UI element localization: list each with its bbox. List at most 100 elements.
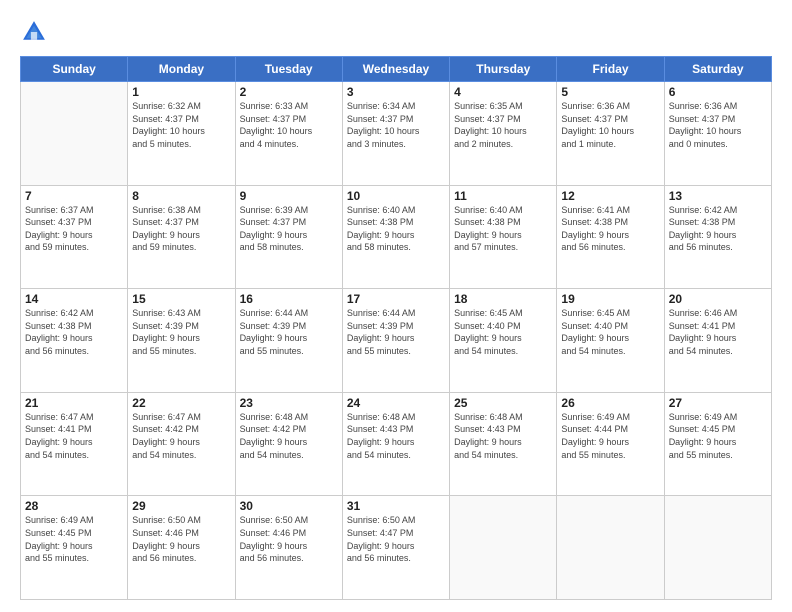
day-number: 21 [25,396,123,410]
day-number: 25 [454,396,552,410]
day-info: Sunrise: 6:32 AM Sunset: 4:37 PM Dayligh… [132,100,230,150]
logo [20,18,54,46]
day-info: Sunrise: 6:45 AM Sunset: 4:40 PM Dayligh… [561,307,659,357]
calendar-cell: 9Sunrise: 6:39 AM Sunset: 4:37 PM Daylig… [235,185,342,289]
calendar-cell [21,82,128,186]
calendar-cell: 26Sunrise: 6:49 AM Sunset: 4:44 PM Dayli… [557,392,664,496]
day-info: Sunrise: 6:39 AM Sunset: 4:37 PM Dayligh… [240,204,338,254]
day-info: Sunrise: 6:49 AM Sunset: 4:45 PM Dayligh… [25,514,123,564]
day-number: 24 [347,396,445,410]
weekday-header-wednesday: Wednesday [342,57,449,82]
day-number: 23 [240,396,338,410]
week-row-0: 1Sunrise: 6:32 AM Sunset: 4:37 PM Daylig… [21,82,772,186]
day-info: Sunrise: 6:46 AM Sunset: 4:41 PM Dayligh… [669,307,767,357]
weekday-header-row: SundayMondayTuesdayWednesdayThursdayFrid… [21,57,772,82]
day-info: Sunrise: 6:47 AM Sunset: 4:41 PM Dayligh… [25,411,123,461]
calendar-cell [664,496,771,600]
calendar-cell: 2Sunrise: 6:33 AM Sunset: 4:37 PM Daylig… [235,82,342,186]
day-info: Sunrise: 6:50 AM Sunset: 4:46 PM Dayligh… [132,514,230,564]
day-info: Sunrise: 6:45 AM Sunset: 4:40 PM Dayligh… [454,307,552,357]
day-info: Sunrise: 6:34 AM Sunset: 4:37 PM Dayligh… [347,100,445,150]
calendar-cell: 19Sunrise: 6:45 AM Sunset: 4:40 PM Dayli… [557,289,664,393]
day-info: Sunrise: 6:33 AM Sunset: 4:37 PM Dayligh… [240,100,338,150]
day-info: Sunrise: 6:36 AM Sunset: 4:37 PM Dayligh… [561,100,659,150]
day-number: 14 [25,292,123,306]
calendar-cell: 6Sunrise: 6:36 AM Sunset: 4:37 PM Daylig… [664,82,771,186]
day-number: 3 [347,85,445,99]
day-info: Sunrise: 6:49 AM Sunset: 4:44 PM Dayligh… [561,411,659,461]
day-number: 28 [25,499,123,513]
calendar-cell: 10Sunrise: 6:40 AM Sunset: 4:38 PM Dayli… [342,185,449,289]
day-number: 7 [25,189,123,203]
day-number: 9 [240,189,338,203]
day-info: Sunrise: 6:48 AM Sunset: 4:42 PM Dayligh… [240,411,338,461]
day-info: Sunrise: 6:43 AM Sunset: 4:39 PM Dayligh… [132,307,230,357]
day-info: Sunrise: 6:48 AM Sunset: 4:43 PM Dayligh… [454,411,552,461]
calendar-cell: 29Sunrise: 6:50 AM Sunset: 4:46 PM Dayli… [128,496,235,600]
page: SundayMondayTuesdayWednesdayThursdayFrid… [0,0,792,612]
weekday-header-sunday: Sunday [21,57,128,82]
calendar-cell: 24Sunrise: 6:48 AM Sunset: 4:43 PM Dayli… [342,392,449,496]
day-number: 13 [669,189,767,203]
day-info: Sunrise: 6:36 AM Sunset: 4:37 PM Dayligh… [669,100,767,150]
day-number: 15 [132,292,230,306]
calendar-cell: 5Sunrise: 6:36 AM Sunset: 4:37 PM Daylig… [557,82,664,186]
calendar-cell: 23Sunrise: 6:48 AM Sunset: 4:42 PM Dayli… [235,392,342,496]
day-number: 6 [669,85,767,99]
day-info: Sunrise: 6:41 AM Sunset: 4:38 PM Dayligh… [561,204,659,254]
calendar-cell: 7Sunrise: 6:37 AM Sunset: 4:37 PM Daylig… [21,185,128,289]
week-row-3: 21Sunrise: 6:47 AM Sunset: 4:41 PM Dayli… [21,392,772,496]
calendar-cell: 13Sunrise: 6:42 AM Sunset: 4:38 PM Dayli… [664,185,771,289]
week-row-2: 14Sunrise: 6:42 AM Sunset: 4:38 PM Dayli… [21,289,772,393]
day-info: Sunrise: 6:50 AM Sunset: 4:46 PM Dayligh… [240,514,338,564]
calendar-cell [450,496,557,600]
day-info: Sunrise: 6:50 AM Sunset: 4:47 PM Dayligh… [347,514,445,564]
weekday-header-saturday: Saturday [664,57,771,82]
calendar-cell: 8Sunrise: 6:38 AM Sunset: 4:37 PM Daylig… [128,185,235,289]
day-number: 29 [132,499,230,513]
day-number: 2 [240,85,338,99]
day-number: 22 [132,396,230,410]
calendar-cell: 30Sunrise: 6:50 AM Sunset: 4:46 PM Dayli… [235,496,342,600]
calendar-cell: 14Sunrise: 6:42 AM Sunset: 4:38 PM Dayli… [21,289,128,393]
day-info: Sunrise: 6:44 AM Sunset: 4:39 PM Dayligh… [347,307,445,357]
calendar-cell: 25Sunrise: 6:48 AM Sunset: 4:43 PM Dayli… [450,392,557,496]
calendar-cell: 4Sunrise: 6:35 AM Sunset: 4:37 PM Daylig… [450,82,557,186]
week-row-1: 7Sunrise: 6:37 AM Sunset: 4:37 PM Daylig… [21,185,772,289]
day-number: 12 [561,189,659,203]
day-info: Sunrise: 6:48 AM Sunset: 4:43 PM Dayligh… [347,411,445,461]
day-info: Sunrise: 6:49 AM Sunset: 4:45 PM Dayligh… [669,411,767,461]
calendar-cell: 31Sunrise: 6:50 AM Sunset: 4:47 PM Dayli… [342,496,449,600]
day-info: Sunrise: 6:40 AM Sunset: 4:38 PM Dayligh… [454,204,552,254]
calendar-cell: 3Sunrise: 6:34 AM Sunset: 4:37 PM Daylig… [342,82,449,186]
calendar-cell: 21Sunrise: 6:47 AM Sunset: 4:41 PM Dayli… [21,392,128,496]
logo-icon [20,18,48,46]
day-number: 17 [347,292,445,306]
day-info: Sunrise: 6:40 AM Sunset: 4:38 PM Dayligh… [347,204,445,254]
calendar-cell [557,496,664,600]
day-info: Sunrise: 6:42 AM Sunset: 4:38 PM Dayligh… [25,307,123,357]
day-number: 8 [132,189,230,203]
calendar-cell: 20Sunrise: 6:46 AM Sunset: 4:41 PM Dayli… [664,289,771,393]
day-info: Sunrise: 6:35 AM Sunset: 4:37 PM Dayligh… [454,100,552,150]
day-number: 4 [454,85,552,99]
calendar-cell: 27Sunrise: 6:49 AM Sunset: 4:45 PM Dayli… [664,392,771,496]
weekday-header-friday: Friday [557,57,664,82]
day-number: 26 [561,396,659,410]
day-number: 30 [240,499,338,513]
calendar-cell: 16Sunrise: 6:44 AM Sunset: 4:39 PM Dayli… [235,289,342,393]
day-number: 27 [669,396,767,410]
day-info: Sunrise: 6:47 AM Sunset: 4:42 PM Dayligh… [132,411,230,461]
weekday-header-monday: Monday [128,57,235,82]
calendar-cell: 28Sunrise: 6:49 AM Sunset: 4:45 PM Dayli… [21,496,128,600]
day-number: 11 [454,189,552,203]
calendar-cell: 15Sunrise: 6:43 AM Sunset: 4:39 PM Dayli… [128,289,235,393]
calendar-cell: 17Sunrise: 6:44 AM Sunset: 4:39 PM Dayli… [342,289,449,393]
weekday-header-tuesday: Tuesday [235,57,342,82]
day-info: Sunrise: 6:44 AM Sunset: 4:39 PM Dayligh… [240,307,338,357]
day-number: 16 [240,292,338,306]
calendar-cell: 1Sunrise: 6:32 AM Sunset: 4:37 PM Daylig… [128,82,235,186]
day-number: 5 [561,85,659,99]
calendar-cell: 22Sunrise: 6:47 AM Sunset: 4:42 PM Dayli… [128,392,235,496]
day-number: 1 [132,85,230,99]
